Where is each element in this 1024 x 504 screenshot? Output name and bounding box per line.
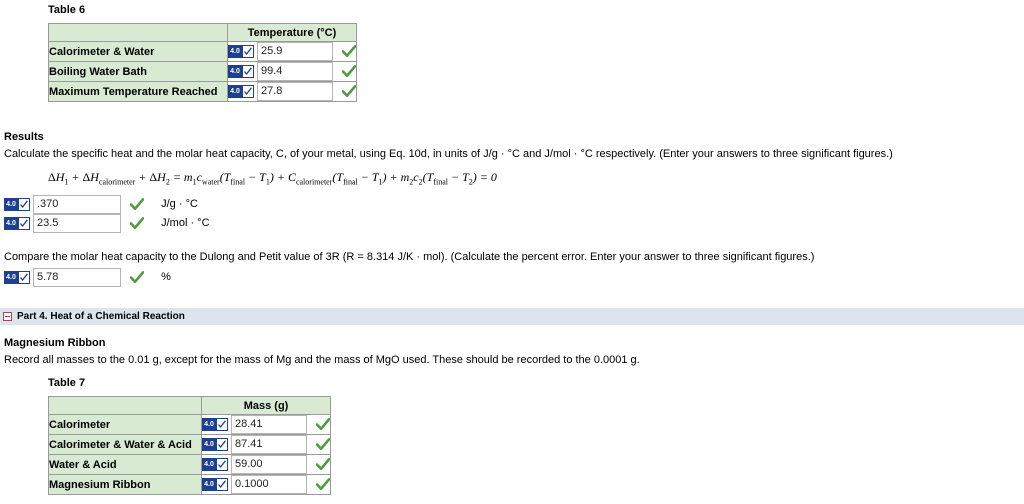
score-badge-check-icon xyxy=(216,478,228,492)
percent-error-unit: % xyxy=(161,271,171,284)
table-row: Calorimeter 4.0 xyxy=(48,414,332,436)
score-badge-check-icon xyxy=(242,65,254,78)
score-badge-4-0: 4.0 xyxy=(202,438,228,452)
score-badge-4-0: 4.0 xyxy=(202,418,228,432)
percent-error-answer-row: 4.0 % xyxy=(4,268,1024,288)
correct-check-icon xyxy=(316,438,331,451)
score-badge-4-0: 4.0 xyxy=(202,458,228,472)
table6-row-label: Maximum Temperature Reached xyxy=(48,81,228,102)
score-badge-check-icon xyxy=(242,85,254,98)
table-row: Calorimeter & Water 4.0 xyxy=(48,41,358,62)
score-badge-4-0: 4.0 xyxy=(4,271,30,285)
score-badge-check-icon xyxy=(18,271,30,285)
table6-input-boiling-water-bath[interactable] xyxy=(257,62,333,81)
score-badge-value: 4.0 xyxy=(202,438,216,452)
correct-check-icon xyxy=(316,478,331,491)
percent-error-input[interactable] xyxy=(33,268,121,288)
score-badge-4-0: 4.0 xyxy=(202,478,228,492)
table6-header-row: Temperature (°C) xyxy=(48,23,358,42)
correct-check-icon xyxy=(342,85,357,98)
table7-row-value-cell: 4.0 xyxy=(200,454,332,476)
table6-row-label: Calorimeter & Water xyxy=(48,41,228,62)
table7-row-label: Water & Acid xyxy=(48,454,202,476)
specific-heat-input[interactable] xyxy=(33,195,121,215)
table7-row-value-cell: 4.0 xyxy=(200,414,332,436)
score-badge-value: 4.0 xyxy=(228,45,242,58)
score-badge-4-0: 4.0 xyxy=(4,198,30,212)
table6-row-value-cell: 4.0 xyxy=(226,41,358,62)
magnesium-ribbon-heading: Magnesium Ribbon xyxy=(4,337,106,350)
score-badge-check-icon xyxy=(18,217,30,231)
score-badge-value: 4.0 xyxy=(4,217,18,231)
table-row: Calorimeter & Water & Acid 4.0 xyxy=(48,434,332,456)
part4-section-header[interactable]: Part 4. Heat of a Chemical Reaction xyxy=(0,308,1024,326)
table6: Temperature (°C) Calorimeter & Water 4.0… xyxy=(48,23,358,102)
table6-header-temperature: Temperature (°C) xyxy=(226,23,358,42)
table-row: Magnesium Ribbon 4.0 xyxy=(48,474,332,496)
score-badge-4-0: 4.0 xyxy=(228,85,254,98)
table6-caption: Table 6 xyxy=(48,4,86,16)
energy-balance-equation: ΔH1 + ΔHcalorimeter + ΔH2 = m1cwater(Tfi… xyxy=(48,170,497,187)
score-badge-4-0: 4.0 xyxy=(228,65,254,78)
table7-input-water-acid[interactable] xyxy=(231,455,307,475)
score-badge-value: 4.0 xyxy=(202,418,216,432)
correct-check-icon xyxy=(342,65,357,78)
table6-input-max-temperature[interactable] xyxy=(257,82,333,101)
table7-row-label: Calorimeter & Water & Acid xyxy=(48,434,202,456)
table7-header-row: Mass (g) xyxy=(48,396,332,416)
magnesium-ribbon-instruction: Record all masses to the 0.01 g, except … xyxy=(4,354,640,367)
compare-instruction: Compare the molar heat capacity to the D… xyxy=(4,251,815,264)
results-heading: Results xyxy=(4,131,44,143)
table7-caption: Table 7 xyxy=(48,377,86,390)
correct-check-icon xyxy=(316,458,331,471)
score-badge-4-0: 4.0 xyxy=(4,217,30,231)
correct-check-icon xyxy=(342,45,357,58)
specific-heat-unit: J/g · °C xyxy=(161,198,198,211)
table7-header-mass: Mass (g) xyxy=(200,396,332,416)
table7-header-blank xyxy=(48,396,202,416)
table7-row-label: Calorimeter xyxy=(48,414,202,436)
table7-input-calorimeter[interactable] xyxy=(231,415,307,435)
score-badge-value: 4.0 xyxy=(228,65,242,78)
score-badge-value: 4.0 xyxy=(202,478,216,492)
collapse-minus-icon[interactable] xyxy=(3,312,12,322)
correct-check-icon xyxy=(130,271,145,284)
score-badge-check-icon xyxy=(18,198,30,212)
table-row: Maximum Temperature Reached 4.0 xyxy=(48,81,358,102)
molar-heat-capacity-input[interactable] xyxy=(33,214,121,234)
table-row: Water & Acid 4.0 xyxy=(48,454,332,476)
part4-title: Part 4. Heat of a Chemical Reaction xyxy=(17,311,185,323)
score-badge-4-0: 4.0 xyxy=(228,45,254,58)
table7-row-label: Magnesium Ribbon xyxy=(48,474,202,496)
score-badge-check-icon xyxy=(216,418,228,432)
table7: Mass (g) Calorimeter 4.0 Calorimeter & W… xyxy=(48,396,332,496)
table-row: Boiling Water Bath 4.0 xyxy=(48,61,358,82)
worksheet-page: Table 6 Temperature (°C) Calorimeter & W… xyxy=(0,0,1024,496)
correct-check-icon xyxy=(316,418,331,431)
score-badge-value: 4.0 xyxy=(4,198,18,212)
score-badge-value: 4.0 xyxy=(228,85,242,98)
table7-row-value-cell: 4.0 xyxy=(200,474,332,496)
score-badge-check-icon xyxy=(242,45,254,58)
table6-row-value-cell: 4.0 xyxy=(226,61,358,82)
score-badge-check-icon xyxy=(216,438,228,452)
table6-row-value-cell: 4.0 xyxy=(226,81,358,102)
table7-row-value-cell: 4.0 xyxy=(200,434,332,456)
table7-input-magnesium-ribbon[interactable] xyxy=(231,475,307,495)
results-instruction: Calculate the specific heat and the mola… xyxy=(4,148,893,160)
table6-row-label: Boiling Water Bath xyxy=(48,61,228,82)
score-badge-value: 4.0 xyxy=(4,271,18,285)
specific-heat-answer-row: 4.0 J/g · °C xyxy=(4,195,1024,215)
score-badge-value: 4.0 xyxy=(202,458,216,472)
molar-heat-capacity-unit: J/mol · °C xyxy=(161,217,210,230)
table6-header-blank xyxy=(48,23,228,42)
correct-check-icon xyxy=(130,217,145,230)
table7-input-calorimeter-water-acid[interactable] xyxy=(231,435,307,455)
table6-input-calorimeter-water[interactable] xyxy=(257,42,333,61)
molar-heat-capacity-answer-row: 4.0 J/mol · °C xyxy=(4,214,1024,234)
score-badge-check-icon xyxy=(216,458,228,472)
correct-check-icon xyxy=(130,198,145,211)
